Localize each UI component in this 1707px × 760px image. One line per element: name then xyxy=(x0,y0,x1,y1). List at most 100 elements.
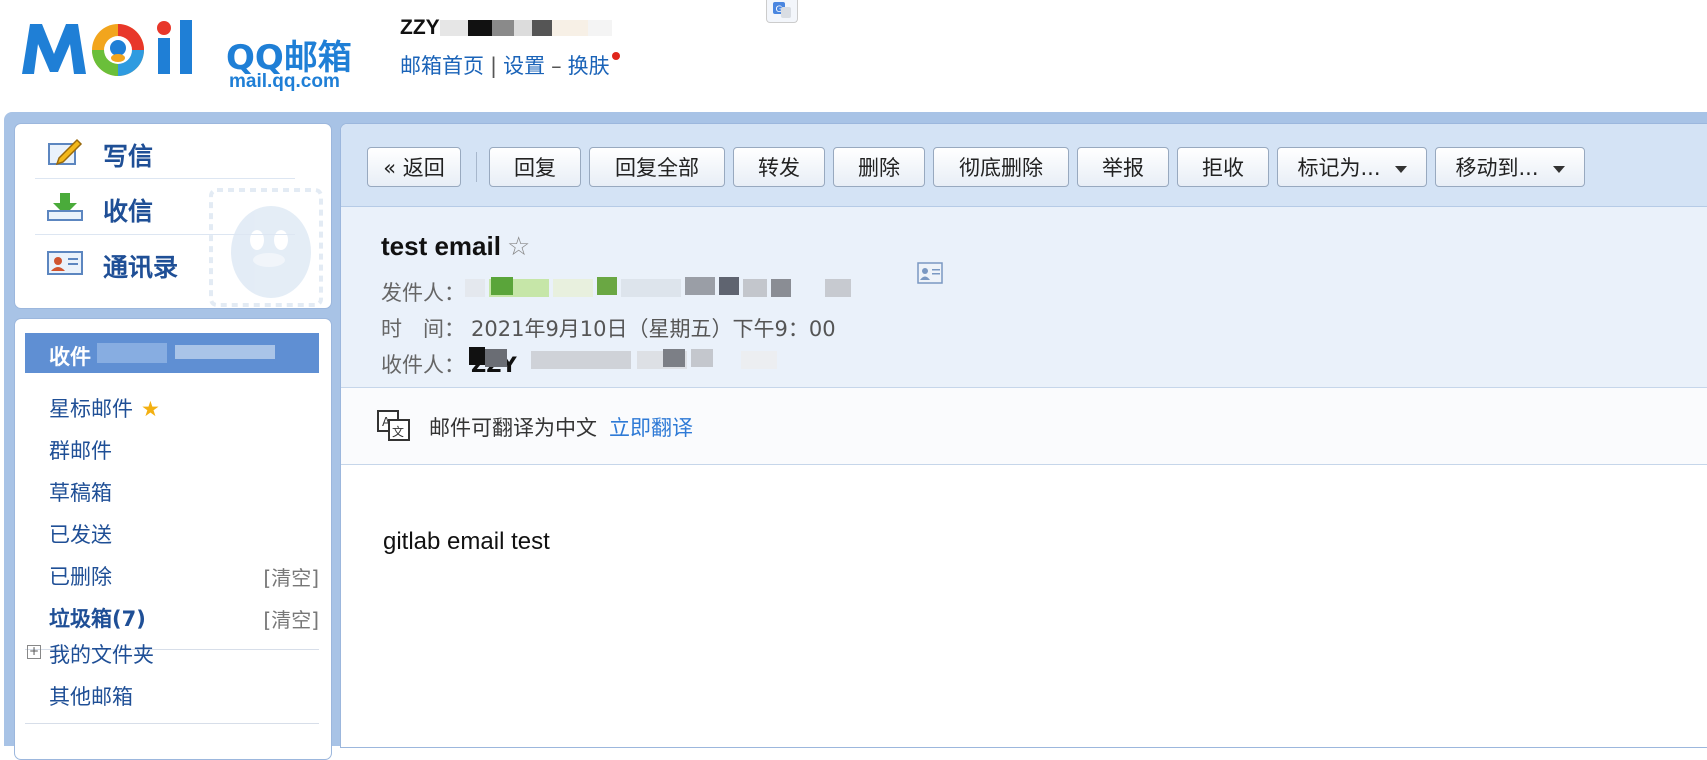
mark-as-dropdown[interactable]: 标记为... xyxy=(1277,147,1427,187)
notification-dot xyxy=(611,52,620,60)
account-email: ZZY xyxy=(400,16,612,40)
from-label: 发件人： xyxy=(381,281,465,305)
svg-text:文: 文 xyxy=(392,424,404,439)
time-value: 2021年9月10日（星期五）下午9：00 xyxy=(471,317,836,341)
redaction-mask xyxy=(685,277,715,295)
star-outline-icon[interactable]: ☆ xyxy=(507,231,530,261)
redaction-mask xyxy=(741,351,777,369)
mail-toolbar: « 返回 回复 回复全部 转发 删除 彻底删除 举报 拒收 标记为... 移动到… xyxy=(341,124,1707,207)
move-to-dropdown[interactable]: 移动到... xyxy=(1435,147,1585,187)
folder-list-panel: 收件 星标邮件 ★ 群邮件 草稿箱 已发送 已删除 [清空] 垃圾箱(7) [清空… xyxy=(14,318,332,760)
folder-my-folders[interactable]: 我的文件夹 xyxy=(49,639,154,669)
contacts-button[interactable]: 通讯录 xyxy=(15,235,331,289)
mailbox-home-link[interactable]: 邮箱首页 xyxy=(400,54,484,78)
delete-permanently-button[interactable]: 彻底删除 xyxy=(933,147,1069,187)
redaction-mask xyxy=(469,347,485,365)
check-mail-button[interactable]: 收信 xyxy=(15,179,331,233)
redaction-mask xyxy=(467,20,492,37)
redaction-mask xyxy=(175,345,275,359)
redaction-mask xyxy=(531,20,552,37)
redaction-mask xyxy=(825,279,851,297)
translate-prompt: 邮件可翻译为中文 xyxy=(429,416,597,440)
to-label: 收件人： xyxy=(381,353,465,377)
settings-link[interactable]: 设置 xyxy=(503,54,545,78)
mail-body: gitlab email test xyxy=(383,528,550,555)
chevron-down-icon xyxy=(1552,165,1565,173)
mail-subject: test email ☆ xyxy=(381,231,530,262)
reply-button[interactable]: 回复 xyxy=(489,147,581,187)
time-row: 时 间： 2021年9月10日（星期五）下午9：00 xyxy=(381,313,836,343)
time-label: 时 间： xyxy=(381,317,465,341)
move-to-label: 移动到... xyxy=(1455,156,1539,180)
account-prefix: ZZY xyxy=(400,16,440,39)
report-button[interactable]: 举报 xyxy=(1077,147,1169,187)
translate-icon: A 文 xyxy=(377,410,410,441)
link-separator: | xyxy=(490,54,498,78)
folder-other-mailboxes[interactable]: 其他邮箱 xyxy=(49,681,133,711)
back-button[interactable]: « 返回 xyxy=(367,147,461,187)
compose-button[interactable]: 写信 xyxy=(15,124,331,178)
mail-header: test email ☆ 发件人： 时 间： 2021年9月10日（星期五）下午9：… xyxy=(341,207,1707,388)
star-icon: ★ xyxy=(141,397,160,421)
redaction-mask xyxy=(551,20,588,37)
mail-content-panel: « 返回 回复 回复全部 转发 删除 彻底删除 举报 拒收 标记为... 移动到… xyxy=(340,123,1707,748)
redaction-mask xyxy=(465,279,485,297)
divider xyxy=(25,723,319,724)
link-separator: – xyxy=(551,54,562,78)
redaction-mask xyxy=(621,279,681,297)
redaction-mask xyxy=(485,349,507,367)
redaction-mask xyxy=(587,20,612,37)
redaction-mask xyxy=(491,20,514,37)
folder-label: 星标邮件 xyxy=(49,397,133,421)
translate-glyph-icon: G xyxy=(773,2,791,18)
folder-inbox-selected[interactable]: 收件 xyxy=(25,333,319,373)
redaction-mask xyxy=(663,349,685,367)
top-links: 邮箱首页 | 设置 – 换肤 xyxy=(400,50,620,80)
redaction-mask xyxy=(97,343,167,363)
translate-bar: A 文 邮件可翻译为中文 立即翻译 xyxy=(341,388,1707,465)
clear-spam-link[interactable]: [清空] xyxy=(263,604,319,633)
quick-actions-panel: 写信 收信 通讯录 xyxy=(14,123,332,309)
redaction-mask xyxy=(691,349,713,367)
translate-now-link[interactable]: 立即翻译 xyxy=(609,412,693,442)
logo-url: mail.qq.com xyxy=(229,71,340,92)
subject-text: test email xyxy=(381,231,501,261)
chevron-down-icon xyxy=(1394,165,1407,173)
folder-deleted[interactable]: 已删除 xyxy=(49,561,112,591)
redaction-mask xyxy=(743,279,767,297)
reply-all-button[interactable]: 回复全部 xyxy=(589,147,725,187)
redaction-mask xyxy=(553,279,593,297)
compose-label: 写信 xyxy=(103,142,154,171)
expand-plus-icon[interactable]: + xyxy=(27,645,41,659)
forward-button[interactable]: 转发 xyxy=(733,147,825,187)
clear-deleted-link[interactable]: [清空] xyxy=(263,562,319,591)
folder-sent[interactable]: 已发送 xyxy=(49,519,112,549)
compose-icon xyxy=(48,138,83,166)
contacts-card-icon xyxy=(47,251,83,275)
redaction-mask xyxy=(513,20,532,37)
folder-group-mail[interactable]: 群邮件 xyxy=(49,435,112,465)
folder-starred[interactable]: 星标邮件 ★ xyxy=(49,393,160,423)
redaction-mask xyxy=(597,277,617,295)
moil-logo-graphic xyxy=(22,20,192,76)
top-header: QQ邮箱 mail.qq.com ZZY 邮箱首页 | 设置 – 换肤 G xyxy=(0,0,1707,114)
inbox-label: 收件 xyxy=(49,345,91,369)
toolbar-separator xyxy=(476,152,477,182)
reject-button[interactable]: 拒收 xyxy=(1177,147,1269,187)
mark-as-label: 标记为... xyxy=(1297,156,1381,180)
inbox-download-icon xyxy=(47,193,83,221)
redaction-mask xyxy=(719,277,739,295)
delete-button[interactable]: 删除 xyxy=(833,147,925,187)
redaction-mask xyxy=(531,351,631,369)
from-row: 发件人： xyxy=(381,277,465,307)
folder-drafts[interactable]: 草稿箱 xyxy=(49,477,112,507)
redaction-mask xyxy=(491,277,513,295)
redaction-mask xyxy=(439,20,468,37)
redaction-mask xyxy=(771,279,791,297)
check-mail-label: 收信 xyxy=(103,197,154,226)
contacts-label: 通讯录 xyxy=(103,253,179,282)
translate-extension-icon[interactable]: G xyxy=(766,0,798,23)
sender-card-icon[interactable] xyxy=(917,262,943,284)
change-skin-link[interactable]: 换肤 xyxy=(568,54,610,78)
folder-spam[interactable]: 垃圾箱(7) xyxy=(49,603,146,633)
